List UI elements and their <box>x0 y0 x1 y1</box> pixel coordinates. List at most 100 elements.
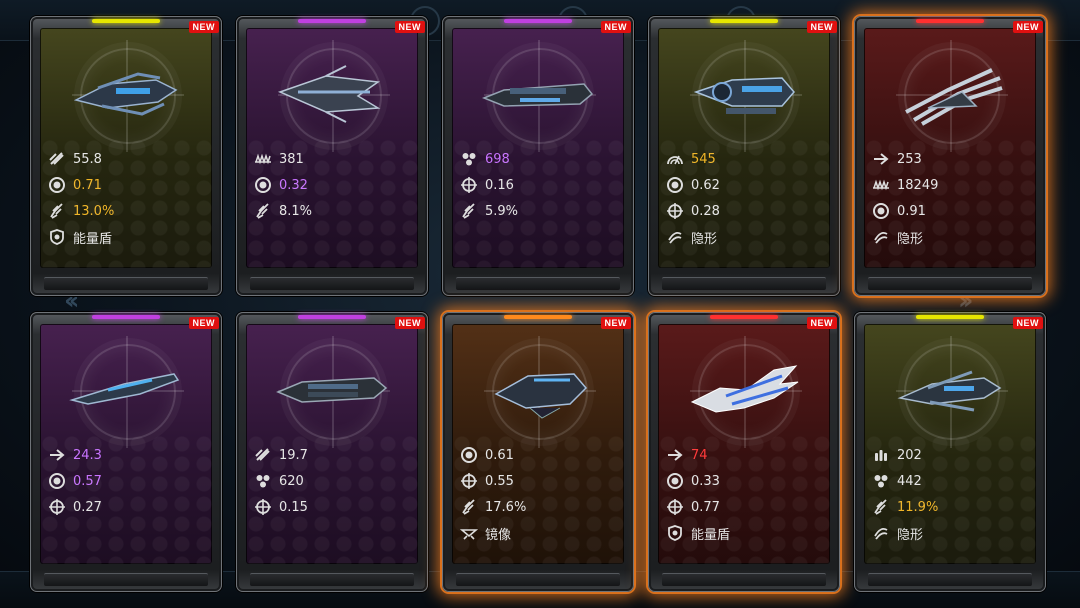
ship-card[interactable]: 19.7 620 0.15 NEW <box>236 312 428 592</box>
stat-value: 0.91 <box>897 203 926 219</box>
cluster-icon <box>254 472 272 490</box>
stealth-icon <box>872 228 890 246</box>
stat-row: 5.9% <box>460 198 620 224</box>
stat-row: 11.9% <box>872 494 1032 520</box>
speed-icon <box>254 446 272 464</box>
stat-row: 202 <box>872 442 1032 468</box>
card-panel: 202 442 11.9% 隐形 <box>864 324 1036 564</box>
stat-row: 0.27 <box>48 494 208 520</box>
stat-value: 0.57 <box>73 473 102 489</box>
target-ring-icon <box>254 176 272 194</box>
card-footer <box>44 573 208 586</box>
stat-value: 55.8 <box>73 151 102 167</box>
missile-icon <box>460 202 478 220</box>
card-footer <box>662 277 826 290</box>
ship-card[interactable]: 24.3 0.57 0.27 NEW <box>30 312 222 592</box>
rarity-bar <box>504 19 572 23</box>
stat-row: 镜像 <box>460 520 620 546</box>
stat-row: 0.32 <box>254 172 414 198</box>
crosshair-icon <box>460 176 478 194</box>
ship-icon <box>693 77 795 114</box>
card-panel: 55.8 0.71 13.0% 能量盾 <box>40 28 212 268</box>
stat-value: 19.7 <box>279 447 308 463</box>
ship-card[interactable]: 202 442 11.9% 隐形 NEW <box>854 312 1046 592</box>
ship-card[interactable]: 0.61 0.55 17.6% 镜像 NEW <box>442 312 634 592</box>
stat-row: 19.7 <box>254 442 414 468</box>
ship-card[interactable]: 55.8 0.71 13.0% 能量盾 NEW <box>30 16 222 296</box>
stat-row: 442 <box>872 468 1032 494</box>
ship-icon <box>73 72 178 116</box>
speed-icon <box>48 150 66 168</box>
ship-card[interactable]: 74 0.33 0.77 能量盾 NEW <box>648 312 840 592</box>
stat-row: 能量盾 <box>48 224 208 250</box>
missile-icon <box>48 202 66 220</box>
stat-row: 381 <box>254 146 414 172</box>
card-panel: 24.3 0.57 0.27 <box>40 324 212 564</box>
stat-value: 0.77 <box>691 499 720 515</box>
stat-row: 隐形 <box>666 224 826 250</box>
stat-value: 隐形 <box>897 527 924 543</box>
card-panel: 253 18249 0.91 隐形 <box>864 28 1036 268</box>
rarity-bar <box>92 19 160 23</box>
ship-icon <box>905 68 1003 126</box>
stat-value: 253 <box>897 151 922 167</box>
shield-icon <box>666 524 684 542</box>
rarity-bar <box>298 315 366 319</box>
stat-row: 24.3 <box>48 442 208 468</box>
ship-icon <box>690 365 799 413</box>
missile-icon <box>460 498 478 516</box>
new-badge: NEW <box>806 21 837 33</box>
stat-value: 8.1% <box>279 203 313 219</box>
stat-value: 0.16 <box>485 177 514 193</box>
rarity-bar <box>92 315 160 319</box>
stat-row: 隐形 <box>872 224 1032 250</box>
ship-card[interactable]: 698 0.16 5.9% NEW <box>442 16 634 296</box>
stat-row: 0.77 <box>666 494 826 520</box>
mirror-icon <box>460 524 478 542</box>
cluster-icon <box>460 150 478 168</box>
stat-value: 381 <box>279 151 304 167</box>
ship-icon <box>481 83 594 107</box>
stat-row: 698 <box>460 146 620 172</box>
ship-icon <box>276 377 388 403</box>
ship-card[interactable]: 253 18249 0.91 隐形 NEW <box>854 16 1046 296</box>
stat-row: 55.8 <box>48 146 208 172</box>
stat-row: 17.6% <box>460 494 620 520</box>
stat-value: 能量盾 <box>73 231 113 247</box>
new-badge: NEW <box>188 21 219 33</box>
ship-icon <box>277 65 381 123</box>
stat-value: 隐形 <box>691 231 718 247</box>
stat-value: 0.33 <box>691 473 720 489</box>
ship-icon <box>69 373 180 405</box>
stat-row: 0.16 <box>460 172 620 198</box>
stat-row: 0.57 <box>48 468 208 494</box>
stat-list: 545 0.62 0.28 隐形 <box>666 146 826 250</box>
target-ring-icon <box>460 446 478 464</box>
ship-card[interactable]: 545 0.62 0.28 隐形 NEW <box>648 16 840 296</box>
stat-value: 13.0% <box>73 203 115 219</box>
ship-card[interactable]: 381 0.32 8.1% NEW <box>236 16 428 296</box>
stat-row: 0.91 <box>872 198 1032 224</box>
stat-value: 镜像 <box>485 527 512 543</box>
stat-value: 0.62 <box>691 177 720 193</box>
stat-row: 0.71 <box>48 172 208 198</box>
stat-row: 0.15 <box>254 494 414 520</box>
target-ring-icon <box>666 472 684 490</box>
card-footer <box>456 277 620 290</box>
stat-row: 能量盾 <box>666 520 826 546</box>
stat-value: 隐形 <box>897 231 924 247</box>
stat-row: 74 <box>666 442 826 468</box>
armor-icon <box>254 150 272 168</box>
stat-list: 202 442 11.9% 隐形 <box>872 442 1032 546</box>
stat-value: 0.15 <box>279 499 308 515</box>
stat-value: 0.61 <box>485 447 514 463</box>
stat-value: 11.9% <box>897 499 939 515</box>
stat-row: 545 <box>666 146 826 172</box>
new-badge: NEW <box>1012 317 1043 329</box>
target-ring-icon <box>872 202 890 220</box>
stat-row: 0.61 <box>460 442 620 468</box>
missile-icon <box>254 202 272 220</box>
arrow-icon <box>666 446 684 464</box>
rarity-bar <box>916 315 984 319</box>
stat-value: 620 <box>279 473 304 489</box>
